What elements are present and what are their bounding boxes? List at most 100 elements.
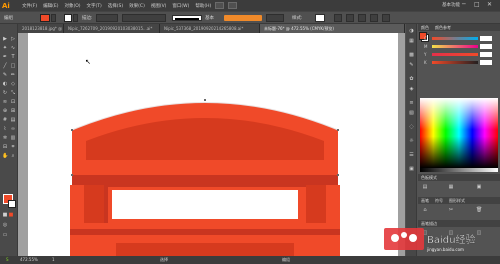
yellow-track[interactable] bbox=[432, 53, 478, 56]
arrange-docs-button[interactable] bbox=[228, 2, 238, 9]
stroke-panel-icon[interactable]: ≡ bbox=[408, 100, 415, 106]
cyan-track[interactable] bbox=[432, 37, 478, 40]
scale-tool-icon[interactable]: ⤡ bbox=[10, 90, 16, 96]
symbol-sprayer-tool-icon[interactable]: ✲ bbox=[2, 135, 8, 141]
black-track[interactable] bbox=[432, 61, 478, 64]
brushes-panel-icon[interactable]: ✎ bbox=[408, 62, 415, 68]
cyan-value[interactable] bbox=[480, 36, 492, 41]
gradient-panel-icon[interactable]: ▧ bbox=[408, 110, 415, 116]
magenta-slider[interactable]: M bbox=[424, 44, 494, 49]
black-slider[interactable]: K bbox=[424, 60, 494, 65]
selection-tool-icon[interactable]: ▶ bbox=[2, 36, 8, 42]
doc-tab-1[interactable]: 2018123818.jpg* @ 5... bbox=[18, 24, 64, 33]
opacity-field[interactable] bbox=[266, 14, 284, 22]
rotate-tool-icon[interactable]: ↻ bbox=[2, 90, 8, 96]
variable-width-profile[interactable] bbox=[122, 14, 166, 22]
gradient-tool-icon[interactable]: ▤ bbox=[10, 117, 16, 123]
stroke-weight-field[interactable] bbox=[96, 14, 118, 22]
artboards-panel-icon[interactable]: ▣ bbox=[408, 166, 415, 172]
maximize-icon[interactable]: □ bbox=[474, 1, 480, 8]
column-graph-tool-icon[interactable]: ▥ bbox=[10, 135, 16, 141]
eyedropper-tool-icon[interactable]: ⌇ bbox=[2, 126, 8, 132]
appearance-panel-icon[interactable]: ☼ bbox=[408, 138, 415, 144]
symbols-panel-icon[interactable]: ✿ bbox=[408, 76, 415, 82]
shape-builder-tool-icon[interactable]: ⊕ bbox=[2, 108, 8, 114]
free-transform-tool-icon[interactable]: ⊡ bbox=[10, 99, 16, 105]
artboard-number[interactable]: 1 bbox=[52, 256, 55, 264]
doc-tab-2[interactable]: Nipic_7262709_20190920103038015...ai* bbox=[64, 24, 160, 33]
magic-wand-tool-icon[interactable]: ✦ bbox=[2, 45, 8, 51]
hand-tool-icon[interactable]: ✋ bbox=[2, 153, 8, 159]
menu-view[interactable]: 视图(V) bbox=[151, 3, 167, 9]
yellow-value[interactable] bbox=[480, 52, 492, 57]
symbols-tab[interactable]: 符号 bbox=[435, 197, 443, 204]
black-value[interactable] bbox=[480, 60, 492, 65]
swatch-kind-icon[interactable]: ▦ bbox=[448, 184, 454, 190]
stroke-color-swatch[interactable] bbox=[64, 14, 72, 22]
isolate-button[interactable] bbox=[358, 14, 366, 22]
rectangle-tool-icon[interactable]: □ bbox=[10, 63, 16, 69]
control-menu-button[interactable] bbox=[382, 14, 390, 22]
close-icon[interactable]: ✕ bbox=[487, 1, 492, 8]
zoom-level[interactable]: 472.55% bbox=[20, 256, 38, 264]
minimize-icon[interactable]: ─ bbox=[462, 1, 466, 8]
transform-button[interactable] bbox=[346, 14, 354, 22]
doc-tab-active[interactable]: 未标题-76* @ 472.55% (CMYK/预览) bbox=[260, 24, 405, 33]
brush-definition[interactable] bbox=[172, 15, 202, 21]
brush-library-icon[interactable]: ⌂ bbox=[422, 207, 428, 213]
swatch-library-icon[interactable]: ▤ bbox=[422, 184, 428, 190]
fill-dropdown-button[interactable] bbox=[51, 14, 56, 22]
menu-help[interactable]: 帮助(H) bbox=[195, 3, 211, 9]
phone-booth-artwork[interactable] bbox=[28, 33, 398, 256]
new-swatch-icon[interactable]: ▣ bbox=[476, 184, 482, 190]
yellow-slider[interactable]: Y bbox=[424, 52, 494, 57]
graphic-style-swatch[interactable] bbox=[315, 14, 325, 22]
slice-tool-icon[interactable]: ⌗ bbox=[10, 144, 16, 150]
recolor-button[interactable] bbox=[370, 14, 378, 22]
line-tool-icon[interactable]: ╱ bbox=[2, 63, 8, 69]
color-guide-tab[interactable]: 颜色参考 bbox=[435, 24, 451, 31]
layers-panel-icon[interactable]: ☰ bbox=[408, 152, 415, 158]
stroke-dropdown-button[interactable] bbox=[73, 14, 78, 22]
artboard-tool-icon[interactable]: ⊟ bbox=[2, 144, 8, 150]
menu-type[interactable]: 文字(T) bbox=[87, 3, 102, 9]
menu-edit[interactable]: 编辑(E) bbox=[43, 3, 58, 9]
mesh-tool-icon[interactable]: # bbox=[2, 117, 8, 123]
color-panel-icon[interactable]: ◑ bbox=[408, 28, 415, 34]
type-tool-icon[interactable]: T bbox=[10, 54, 16, 60]
eraser-tool-icon[interactable]: ◇ bbox=[10, 81, 16, 87]
workspace-switcher[interactable]: 基本功能 bbox=[442, 2, 460, 8]
pen-tool-icon[interactable]: ✒ bbox=[2, 54, 8, 60]
magenta-track[interactable] bbox=[432, 45, 478, 48]
direct-selection-tool-icon[interactable]: ▷ bbox=[10, 36, 16, 42]
transparency-panel-icon[interactable]: ◌ bbox=[408, 124, 415, 130]
bridge-button[interactable] bbox=[215, 2, 225, 9]
menu-select[interactable]: 选择(S) bbox=[108, 3, 123, 9]
delete-brush-icon[interactable]: 🗑 bbox=[476, 207, 482, 213]
grayscale-ramp[interactable] bbox=[420, 168, 498, 172]
width-tool-icon[interactable]: ≋ bbox=[2, 99, 8, 105]
blend-tool-icon[interactable]: ∞ bbox=[10, 126, 16, 132]
graphic-styles-icon[interactable]: ◈ bbox=[408, 86, 415, 92]
break-link-icon[interactable]: ✂ bbox=[448, 207, 454, 213]
menu-window[interactable]: 窗口(W) bbox=[172, 3, 189, 9]
canvas-area[interactable]: ↖ bbox=[18, 33, 405, 256]
menu-object[interactable]: 对象(O) bbox=[64, 3, 80, 9]
brushes-tab[interactable]: 画笔 bbox=[421, 197, 429, 204]
stroke-color-icon[interactable] bbox=[8, 200, 16, 208]
menu-file[interactable]: 文件(F) bbox=[22, 3, 37, 9]
screen-mode-icon[interactable]: ▭ bbox=[2, 232, 8, 238]
color-tab[interactable]: 颜色 bbox=[421, 24, 429, 31]
color-guide-icon[interactable]: ▦ bbox=[408, 38, 415, 44]
draw-mode-icon[interactable]: ◎ bbox=[2, 222, 8, 228]
fill-color-swatch[interactable] bbox=[40, 14, 50, 22]
opacity-link[interactable] bbox=[224, 15, 262, 21]
menu-effect[interactable]: 效果(C) bbox=[129, 3, 145, 9]
magenta-value[interactable] bbox=[480, 44, 492, 49]
gradient-mode-icon[interactable]: ■ bbox=[8, 212, 14, 218]
pencil-tool-icon[interactable]: ✏ bbox=[10, 72, 16, 78]
swatches-mode-tab[interactable]: 色板模式 bbox=[421, 174, 437, 181]
graphic-styles-tab[interactable]: 图形样式 bbox=[449, 197, 465, 204]
color-spectrum[interactable] bbox=[420, 98, 498, 168]
swatches-panel-icon[interactable]: ▩ bbox=[408, 52, 415, 58]
